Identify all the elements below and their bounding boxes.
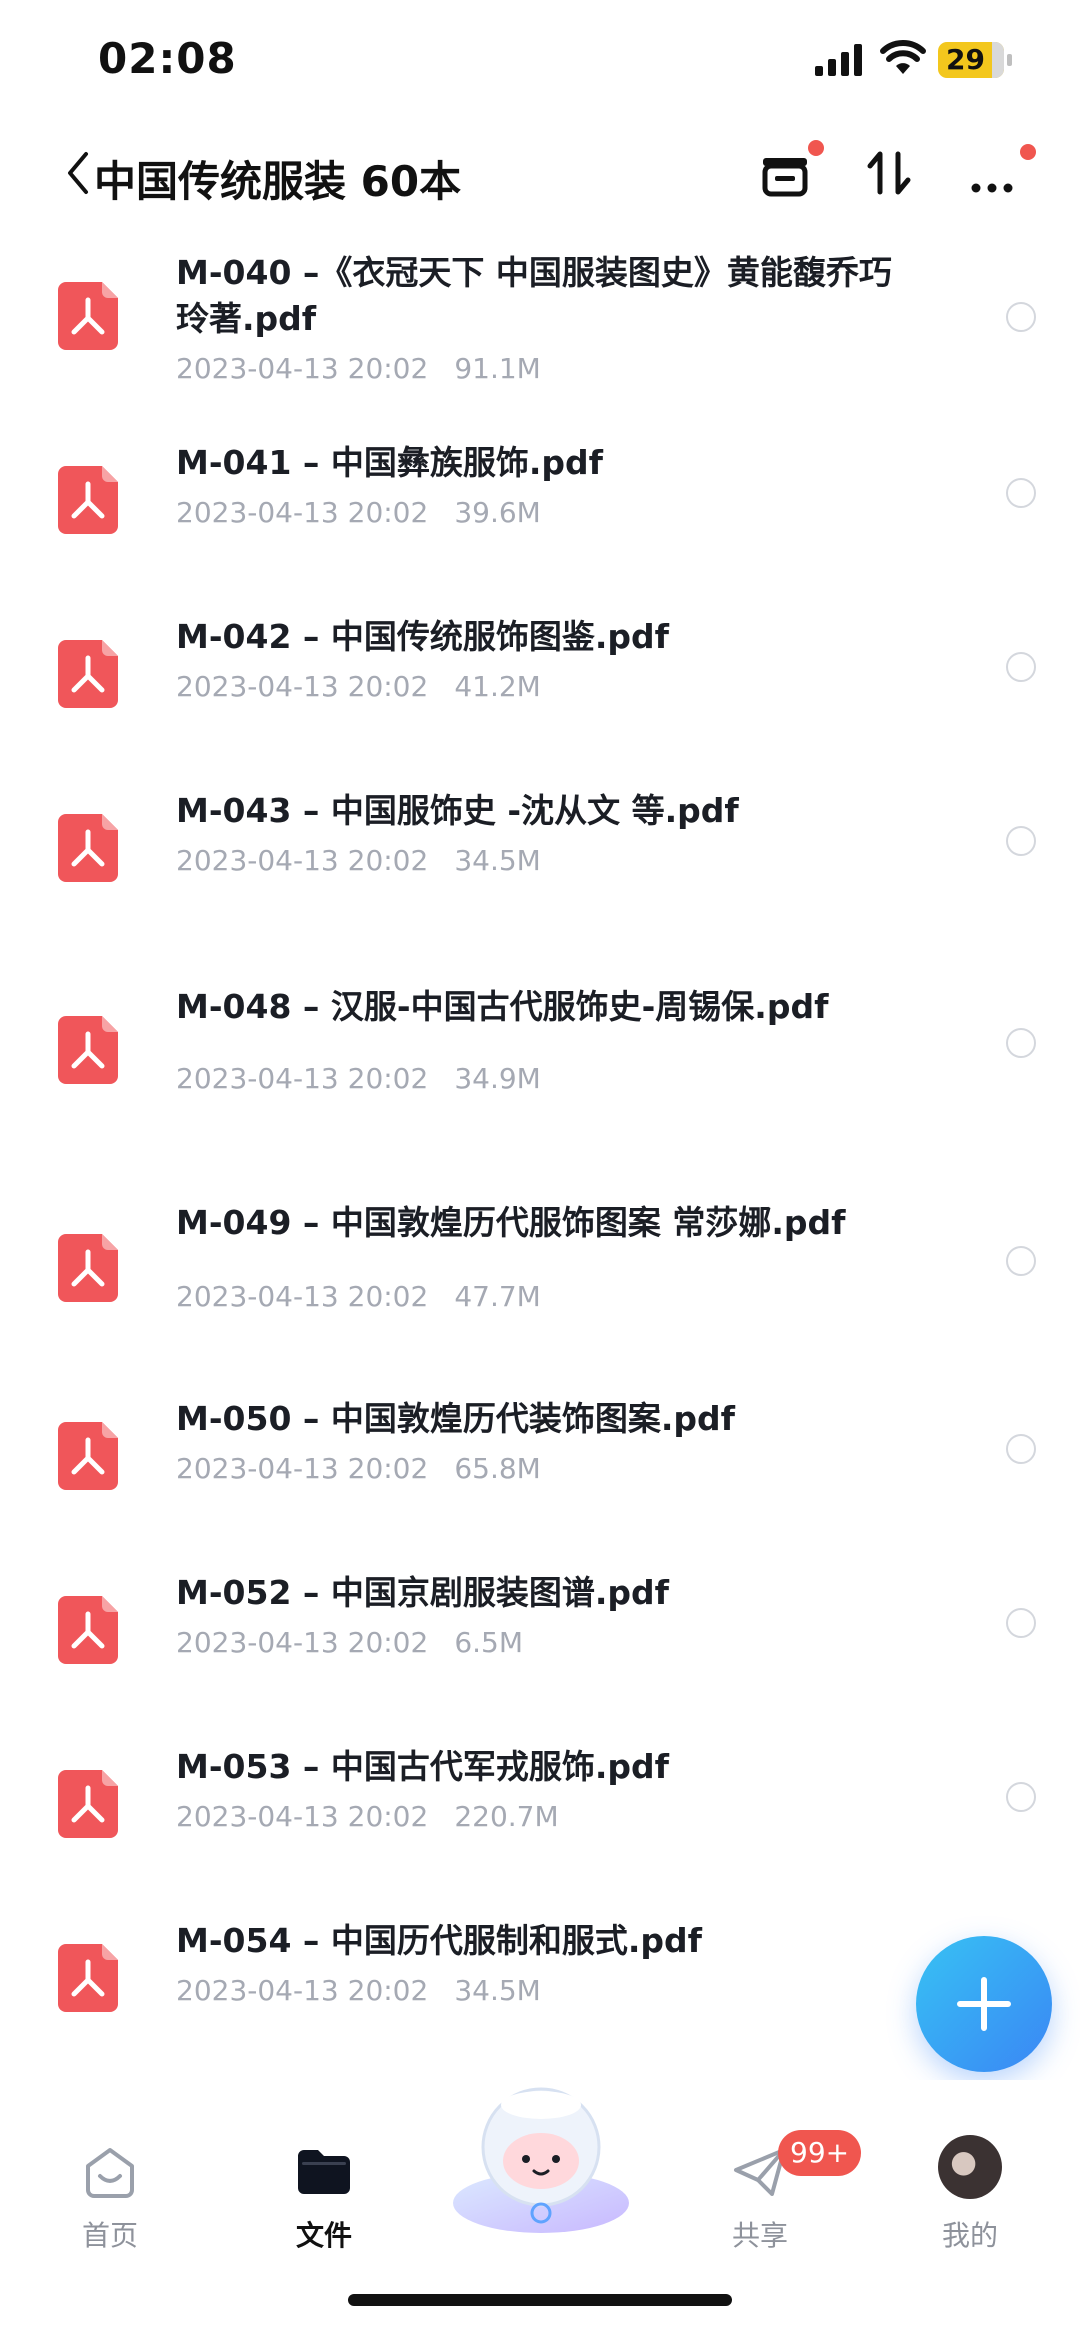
file-name: M-049 – 中国敦煌历代服饰图案 常莎娜.pdf <box>176 1203 846 1242</box>
tab-mine-label: 我的 <box>941 2219 998 2252</box>
list-item[interactable]: M-042 – 中国传统服饰图鉴.pdf 2023-04-13 20:02 41.… <box>0 614 1080 734</box>
more-notification-dot <box>1020 144 1036 160</box>
file-date: 2023-04-13 20:02 <box>176 1280 429 1313</box>
file-meta: 2023-04-13 20:02 34.5M <box>176 844 541 877</box>
file-meta: 2023-04-13 20:02 41.2M <box>176 670 541 703</box>
list-item[interactable]: M-052 – 中国京剧服装图谱.pdf 2023-04-13 20:02 6.5… <box>0 1570 1080 1690</box>
file-size: 34.5M <box>454 1974 541 2007</box>
select-radio[interactable] <box>1006 478 1036 508</box>
battery-indicator: 29 <box>938 42 1012 78</box>
file-meta: 2023-04-13 20:02 47.7M <box>176 1280 541 1313</box>
signal-icon <box>815 44 862 76</box>
file-meta: 2023-04-13 20:02 220.7M <box>176 1800 559 1833</box>
file-date: 2023-04-13 20:02 <box>176 670 429 703</box>
transfer-notification-dot <box>808 140 824 156</box>
file-size: 39.6M <box>454 496 541 529</box>
tab-files[interactable]: 文件 <box>254 2140 394 2270</box>
status-bar: 02:08 29 <box>0 0 1080 120</box>
folder-icon <box>298 2150 350 2194</box>
more-icon[interactable] <box>966 144 1026 204</box>
select-radio[interactable] <box>1006 1028 1036 1058</box>
pdf-file-icon <box>58 1016 118 1084</box>
pdf-file-icon <box>58 1422 118 1490</box>
select-radio[interactable] <box>1006 302 1036 332</box>
header: 中国传统服装 60本 <box>0 130 1080 220</box>
file-meta: 2023-04-13 20:02 34.9M <box>176 1062 541 1095</box>
file-name: M-054 – 中国历代服制和服式.pdf <box>176 1921 703 1960</box>
pdf-file-icon <box>58 814 118 882</box>
file-meta: 2023-04-13 20:02 91.1M <box>176 352 541 385</box>
list-item[interactable]: M-048 – 汉服-中国古代服饰史-周锡保.pdf 2023-04-13 20… <box>0 982 1080 1122</box>
file-date: 2023-04-13 20:02 <box>176 1626 429 1659</box>
select-radio[interactable] <box>1006 826 1036 856</box>
select-radio[interactable] <box>1006 1782 1036 1812</box>
add-button[interactable] <box>916 1936 1052 2072</box>
file-name: M-048 – 汉服-中国古代服饰史-周锡保.pdf <box>176 987 829 1026</box>
sort-icon[interactable] <box>860 144 920 204</box>
pdf-file-icon <box>58 1944 118 2012</box>
share-badge: 99+ <box>778 2130 862 2176</box>
pdf-file-icon <box>58 466 118 534</box>
pdf-file-icon <box>58 282 118 350</box>
file-size: 47.7M <box>454 1280 541 1313</box>
avatar[interactable] <box>938 2135 1002 2199</box>
file-size: 41.2M <box>454 670 541 703</box>
file-date: 2023-04-13 20:02 <box>176 496 429 529</box>
file-meta: 2023-04-13 20:02 39.6M <box>176 496 541 529</box>
file-name: M-042 – 中国传统服饰图鉴.pdf <box>176 617 670 656</box>
tab-home-label: 首页 <box>81 2219 138 2252</box>
file-date: 2023-04-13 20:02 <box>176 1062 429 1095</box>
list-item[interactable]: M-049 – 中国敦煌历代服饰图案 常莎娜.pdf 2023-04-13 20… <box>0 1200 1080 1340</box>
select-radio[interactable] <box>1006 1434 1036 1464</box>
battery-level: 29 <box>946 43 985 76</box>
status-time: 02:08 <box>98 34 237 83</box>
file-name: M-053 – 中国古代军戎服饰.pdf <box>176 1747 670 1786</box>
back-arrow-icon[interactable] <box>62 148 92 198</box>
pdf-file-icon <box>58 1596 118 1664</box>
file-name: M-041 – 中国彝族服饰.pdf <box>176 443 604 482</box>
file-date: 2023-04-13 20:02 <box>176 1974 429 2007</box>
home-indicator <box>348 2294 732 2306</box>
file-date: 2023-04-13 20:02 <box>176 352 429 385</box>
file-date: 2023-04-13 20:02 <box>176 1800 429 1833</box>
plus-icon <box>957 1977 1011 2031</box>
file-date: 2023-04-13 20:02 <box>176 1452 429 1485</box>
assistant-mascot-icon[interactable] <box>448 2085 634 2235</box>
file-size: 91.1M <box>454 352 541 385</box>
file-size: 34.5M <box>454 844 541 877</box>
tab-files-label: 文件 <box>295 2219 352 2252</box>
file-date: 2023-04-13 20:02 <box>176 844 429 877</box>
file-name: M-050 – 中国敦煌历代装饰图案.pdf <box>176 1399 736 1438</box>
select-radio[interactable] <box>1006 1246 1036 1276</box>
pdf-file-icon <box>58 1770 118 1838</box>
list-item[interactable]: M-041 – 中国彝族服饰.pdf 2023-04-13 20:02 39.6M <box>0 440 1080 560</box>
pdf-file-icon <box>58 1234 118 1302</box>
select-radio[interactable] <box>1006 1608 1036 1638</box>
list-item[interactable]: M-053 – 中国古代军戎服饰.pdf 2023-04-13 20:02 220… <box>0 1744 1080 1864</box>
file-size: 65.8M <box>454 1452 541 1485</box>
file-size: 6.5M <box>454 1626 524 1659</box>
file-size: 220.7M <box>454 1800 559 1833</box>
file-meta: 2023-04-13 20:02 6.5M <box>176 1626 523 1659</box>
page-title: 中国传统服装 60本 <box>94 157 462 206</box>
home-icon <box>86 2148 134 2198</box>
list-item[interactable]: M-050 – 中国敦煌历代装饰图案.pdf 2023-04-13 20:02 6… <box>0 1396 1080 1516</box>
file-name: M-043 – 中国服饰史 -沈从文 等.pdf <box>176 791 739 830</box>
file-name: M-052 – 中国京剧服装图谱.pdf <box>176 1573 670 1612</box>
file-meta: 2023-04-13 20:02 65.8M <box>176 1452 541 1485</box>
list-item[interactable]: M-040 –《衣冠天下 中国服装图史》黄能馥乔巧玲著.pdf 2023-04-… <box>0 230 1080 400</box>
list-item[interactable]: M-043 – 中国服饰史 -沈从文 等.pdf 2023-04-13 20:0… <box>0 788 1080 908</box>
file-meta: 2023-04-13 20:02 34.5M <box>176 1974 541 2007</box>
tab-share-label: 共享 <box>731 2219 788 2252</box>
tab-home[interactable]: 首页 <box>40 2140 180 2270</box>
select-radio[interactable] <box>1006 652 1036 682</box>
file-name: M-040 –《衣冠天下 中国服装图史》黄能馥乔巧玲著.pdf <box>176 253 892 338</box>
wifi-icon <box>880 40 926 74</box>
pdf-file-icon <box>58 640 118 708</box>
file-size: 34.9M <box>454 1062 541 1095</box>
transfer-box-icon[interactable] <box>755 144 815 204</box>
